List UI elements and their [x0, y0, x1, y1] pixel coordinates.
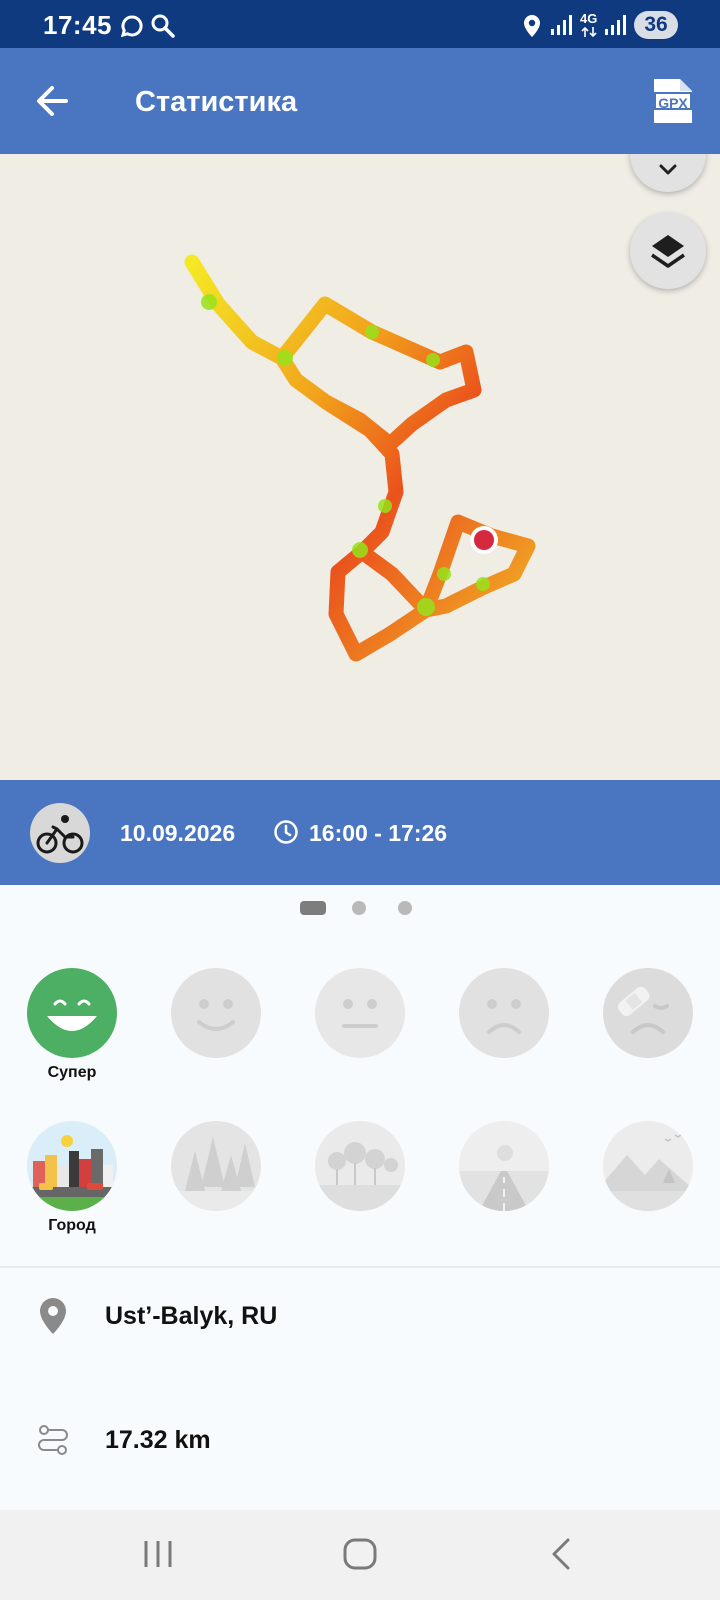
section-divider [0, 1266, 720, 1268]
sad-face-icon [487, 999, 521, 1034]
route-map[interactable] [0, 154, 720, 780]
mood-label [310, 1064, 410, 1084]
park-icon [315, 1142, 405, 1211]
terrain-road[interactable] [454, 1121, 554, 1237]
bicycle-icon [36, 815, 84, 854]
page-dot[interactable] [352, 901, 366, 915]
search-icon [151, 14, 175, 38]
gpx-export-button[interactable]: GPX [650, 76, 696, 126]
app-bar: Статистика GPX [0, 48, 720, 154]
page-dot-active[interactable] [300, 901, 326, 915]
network-type: 4G [580, 11, 598, 26]
trip-location: Ust’-Balyk, RU [105, 1302, 278, 1330]
system-nav-bar [0, 1510, 720, 1600]
road-icon [459, 1145, 549, 1211]
terrain-label [454, 1217, 554, 1237]
forest-icon [171, 1137, 261, 1211]
collapse-map-button[interactable] [630, 154, 706, 192]
nav-back-icon[interactable] [548, 1536, 576, 1572]
recent-apps-icon[interactable] [140, 1537, 176, 1571]
terrain-label [166, 1217, 266, 1237]
terrain-park[interactable] [310, 1121, 410, 1237]
mood-good[interactable] [166, 968, 266, 1084]
terrain-forest[interactable] [166, 1121, 266, 1237]
battery-indicator: 36 [634, 11, 678, 39]
terrain-mountains[interactable] [598, 1121, 698, 1237]
mood-label [166, 1064, 266, 1084]
terrain-label: Город [48, 1217, 96, 1234]
mood-sad[interactable] [454, 968, 554, 1084]
chevron-down-icon [659, 164, 677, 175]
status-time: 17:45 [43, 10, 112, 40]
location-pin-icon [40, 1298, 66, 1334]
neutral-face-icon [342, 999, 378, 1028]
trip-distance: 17.32 km [105, 1426, 211, 1454]
sport-type-avatar[interactable] [30, 803, 90, 863]
home-icon[interactable] [340, 1536, 380, 1572]
trip-time-range: 16:00 - 17:26 [309, 820, 448, 846]
terrain-label [598, 1217, 698, 1237]
clock-icon [274, 820, 298, 844]
gpx-label: GPX [654, 92, 692, 111]
page-dot[interactable] [398, 901, 412, 915]
chat-icon [120, 15, 143, 38]
terrain-city[interactable]: Город [22, 1121, 122, 1237]
injured-face-icon [618, 986, 669, 1034]
signal-2-icon [605, 15, 626, 35]
mountains-icon [603, 1134, 693, 1211]
big-smile-face-icon [47, 999, 97, 1031]
map-layers-button[interactable] [630, 213, 706, 289]
back-arrow-icon[interactable] [28, 76, 78, 126]
page-indicator [0, 898, 720, 918]
signal-icon [551, 15, 572, 35]
status-bar: 17:45 4G 36 [0, 0, 720, 48]
mood-label [454, 1064, 554, 1084]
layers-icon [651, 235, 685, 268]
mood-injured[interactable] [598, 968, 698, 1084]
terrain-label [310, 1217, 410, 1237]
mood-label [598, 1064, 698, 1084]
data-arrows-icon [581, 26, 597, 38]
trip-date: 10.09.2026 [120, 820, 236, 846]
mood-neutral[interactable] [310, 968, 410, 1084]
route-distance-icon [38, 1425, 68, 1455]
location-icon [524, 15, 540, 37]
smile-face-icon [197, 999, 235, 1031]
page-title: Статистика [135, 86, 298, 118]
trip-info-bar: 10.09.2026 16:00 - 17:26 [0, 780, 720, 885]
mood-label: Супер [47, 1064, 97, 1081]
city-icon [27, 1135, 117, 1211]
mood-great[interactable]: Супер [22, 968, 122, 1084]
route-track [184, 254, 536, 662]
